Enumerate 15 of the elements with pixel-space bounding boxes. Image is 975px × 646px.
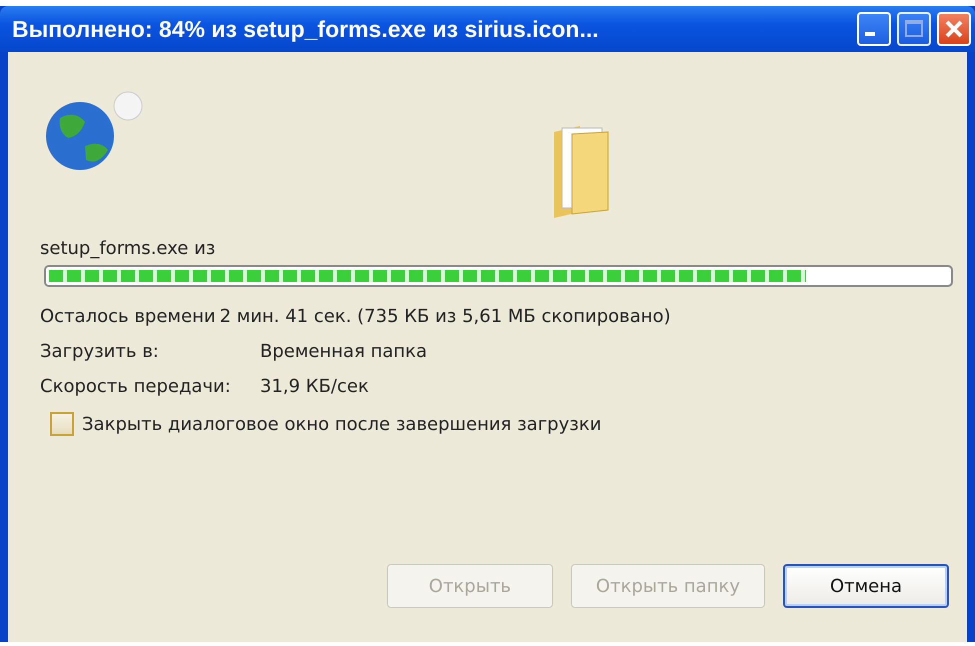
close-button[interactable] xyxy=(937,12,971,46)
source-label: setup_forms.exe из xyxy=(40,238,216,259)
maximize-button[interactable] xyxy=(897,12,931,46)
detail-value: 31,9 КБ/сек xyxy=(260,376,369,397)
minimize-icon xyxy=(865,32,875,36)
window-title: Выполнено: 84% из setup_forms.exe из sirius.icon... xyxy=(12,16,600,42)
detail-value: Временная папка xyxy=(260,341,428,362)
detail-label: Скорость передачи: xyxy=(40,376,232,397)
detail-label: Загрузить в: xyxy=(40,341,160,362)
dialog-button[interactable]: Отмена xyxy=(783,564,949,608)
minimize-button[interactable] xyxy=(857,12,891,46)
close-when-done-checkbox[interactable]: Закрыть диалоговое окно после завершения загрузки xyxy=(50,412,953,436)
detail-label: Осталось времени xyxy=(40,306,216,327)
detail-value: 2 мин. 41 сек. (735 КБ из 5,61 МБ скопировано) xyxy=(220,306,671,327)
checkbox[interactable] xyxy=(50,412,74,436)
